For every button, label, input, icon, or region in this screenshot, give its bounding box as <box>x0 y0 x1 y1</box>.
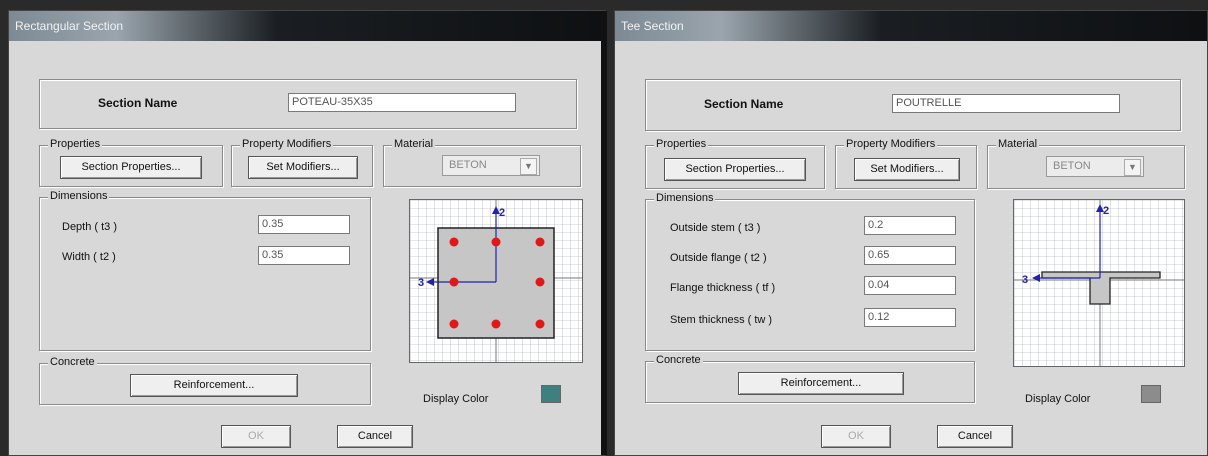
display-color-swatch[interactable] <box>1141 385 1161 403</box>
outside-stem-label: Outside stem ( t3 ) <box>670 222 761 234</box>
tee-section-diagram: 2 3 <box>1014 200 1184 366</box>
rebar <box>535 277 545 287</box>
flange-thickness-label: Flange thickness ( tf ) <box>670 282 776 294</box>
material-value: BETON <box>449 159 487 171</box>
cancel-button[interactable]: Cancel <box>337 425 413 448</box>
reinforcement-button[interactable]: Reinforcement... <box>738 372 904 395</box>
cancel-button[interactable]: Cancel <box>937 425 1013 448</box>
material-legend: Material <box>996 138 1040 150</box>
display-color-label: Display Color <box>1025 393 1091 405</box>
set-modifiers-button[interactable]: Set Modifiers... <box>248 156 358 179</box>
material-value: BETON <box>1053 160 1091 172</box>
section-name-input[interactable]: POUTRELLE <box>892 94 1120 113</box>
dialog-title: Rectangular Section <box>9 11 605 41</box>
axis-3-label: 3 <box>1022 274 1028 286</box>
rebar <box>449 277 459 287</box>
section-name-group: Section Name POTEAU-35X35 <box>39 79 577 129</box>
rebar <box>449 237 459 247</box>
section-properties-button[interactable]: Section Properties... <box>60 156 202 179</box>
material-group: Material BETON ▼ <box>383 138 581 187</box>
section-name-label: Section Name <box>98 96 178 110</box>
material-select[interactable]: BETON ▼ <box>1046 156 1144 177</box>
rebar <box>535 319 545 329</box>
concrete-legend: Concrete <box>654 354 703 366</box>
section-preview: 2 3 <box>409 199 583 363</box>
section-name-label: Section Name <box>704 97 784 111</box>
width-label: Width ( t2 ) <box>62 251 116 263</box>
window-edge <box>601 11 607 455</box>
material-select[interactable]: BETON ▼ <box>442 155 540 176</box>
outside-flange-input[interactable]: 0.65 <box>864 246 956 265</box>
outside-flange-label: Outside flange ( t2 ) <box>670 252 767 264</box>
set-modifiers-button[interactable]: Set Modifiers... <box>854 158 960 181</box>
rebar <box>491 237 501 247</box>
properties-group: Properties Section Properties... <box>39 138 223 187</box>
rebar <box>449 319 459 329</box>
section-properties-button[interactable]: Section Properties... <box>664 158 806 181</box>
dialog-title: Tee Section <box>615 11 1207 41</box>
axis-2-label: 2 <box>499 207 505 219</box>
dimensions-legend: Dimensions <box>654 192 716 204</box>
section-preview: 2 3 <box>1013 199 1185 367</box>
ok-button[interactable]: OK <box>221 425 291 448</box>
axis-2-label: 2 <box>1103 205 1109 217</box>
properties-legend: Properties <box>48 138 103 150</box>
material-group: Material BETON ▼ <box>987 138 1185 189</box>
property-modifiers-group: Property Modifiers Set Modifiers... <box>835 138 977 189</box>
properties-legend: Properties <box>654 138 709 150</box>
chevron-down-icon[interactable]: ▼ <box>1124 159 1141 176</box>
display-color-label: Display Color <box>423 393 489 405</box>
dimensions-group: Dimensions Depth ( t3 ) 0.35 Width ( t2 … <box>39 190 371 351</box>
depth-input[interactable]: 0.35 <box>258 215 350 234</box>
rectangular-section-dialog: Rectangular Section Section Name POTEAU-… <box>8 10 607 456</box>
property-modifiers-legend: Property Modifiers <box>240 138 334 150</box>
stem-thickness-input[interactable]: 0.12 <box>864 308 956 327</box>
property-modifiers-group: Property Modifiers Set Modifiers... <box>231 138 373 187</box>
width-input[interactable]: 0.35 <box>258 246 350 265</box>
outside-stem-input[interactable]: 0.2 <box>864 216 956 235</box>
section-name-input[interactable]: POTEAU-35X35 <box>288 93 516 112</box>
rebar <box>535 237 545 247</box>
concrete-group: Concrete Reinforcement... <box>39 356 371 405</box>
reinforcement-button[interactable]: Reinforcement... <box>130 374 298 397</box>
axis-3-label: 3 <box>418 277 424 289</box>
property-modifiers-legend: Property Modifiers <box>844 138 938 150</box>
rebar <box>491 319 501 329</box>
dialog-body: Section Name POTEAU-35X35 Properties Sec… <box>9 41 605 455</box>
dimensions-group: Dimensions Outside stem ( t3 ) 0.2 Outsi… <box>645 192 975 351</box>
chevron-down-icon[interactable]: ▼ <box>520 158 537 175</box>
stem-thickness-label: Stem thickness ( tw ) <box>670 314 773 326</box>
section-name-group: Section Name POUTRELLE <box>645 79 1181 131</box>
dialog-body: Section Name POUTRELLE Properties Sectio… <box>615 41 1207 455</box>
material-legend: Material <box>392 138 436 150</box>
ok-button[interactable]: OK <box>821 425 891 448</box>
flange-thickness-input[interactable]: 0.04 <box>864 276 956 295</box>
rectangular-section-diagram: 2 3 <box>410 200 582 362</box>
properties-group: Properties Section Properties... <box>645 138 825 189</box>
dimensions-legend: Dimensions <box>48 190 110 202</box>
display-color-swatch[interactable] <box>541 385 561 403</box>
concrete-legend: Concrete <box>48 356 97 368</box>
concrete-group: Concrete Reinforcement... <box>645 354 975 403</box>
tee-section-dialog: Tee Section Section Name POUTRELLE Prope… <box>614 10 1208 456</box>
depth-label: Depth ( t3 ) <box>62 221 118 233</box>
